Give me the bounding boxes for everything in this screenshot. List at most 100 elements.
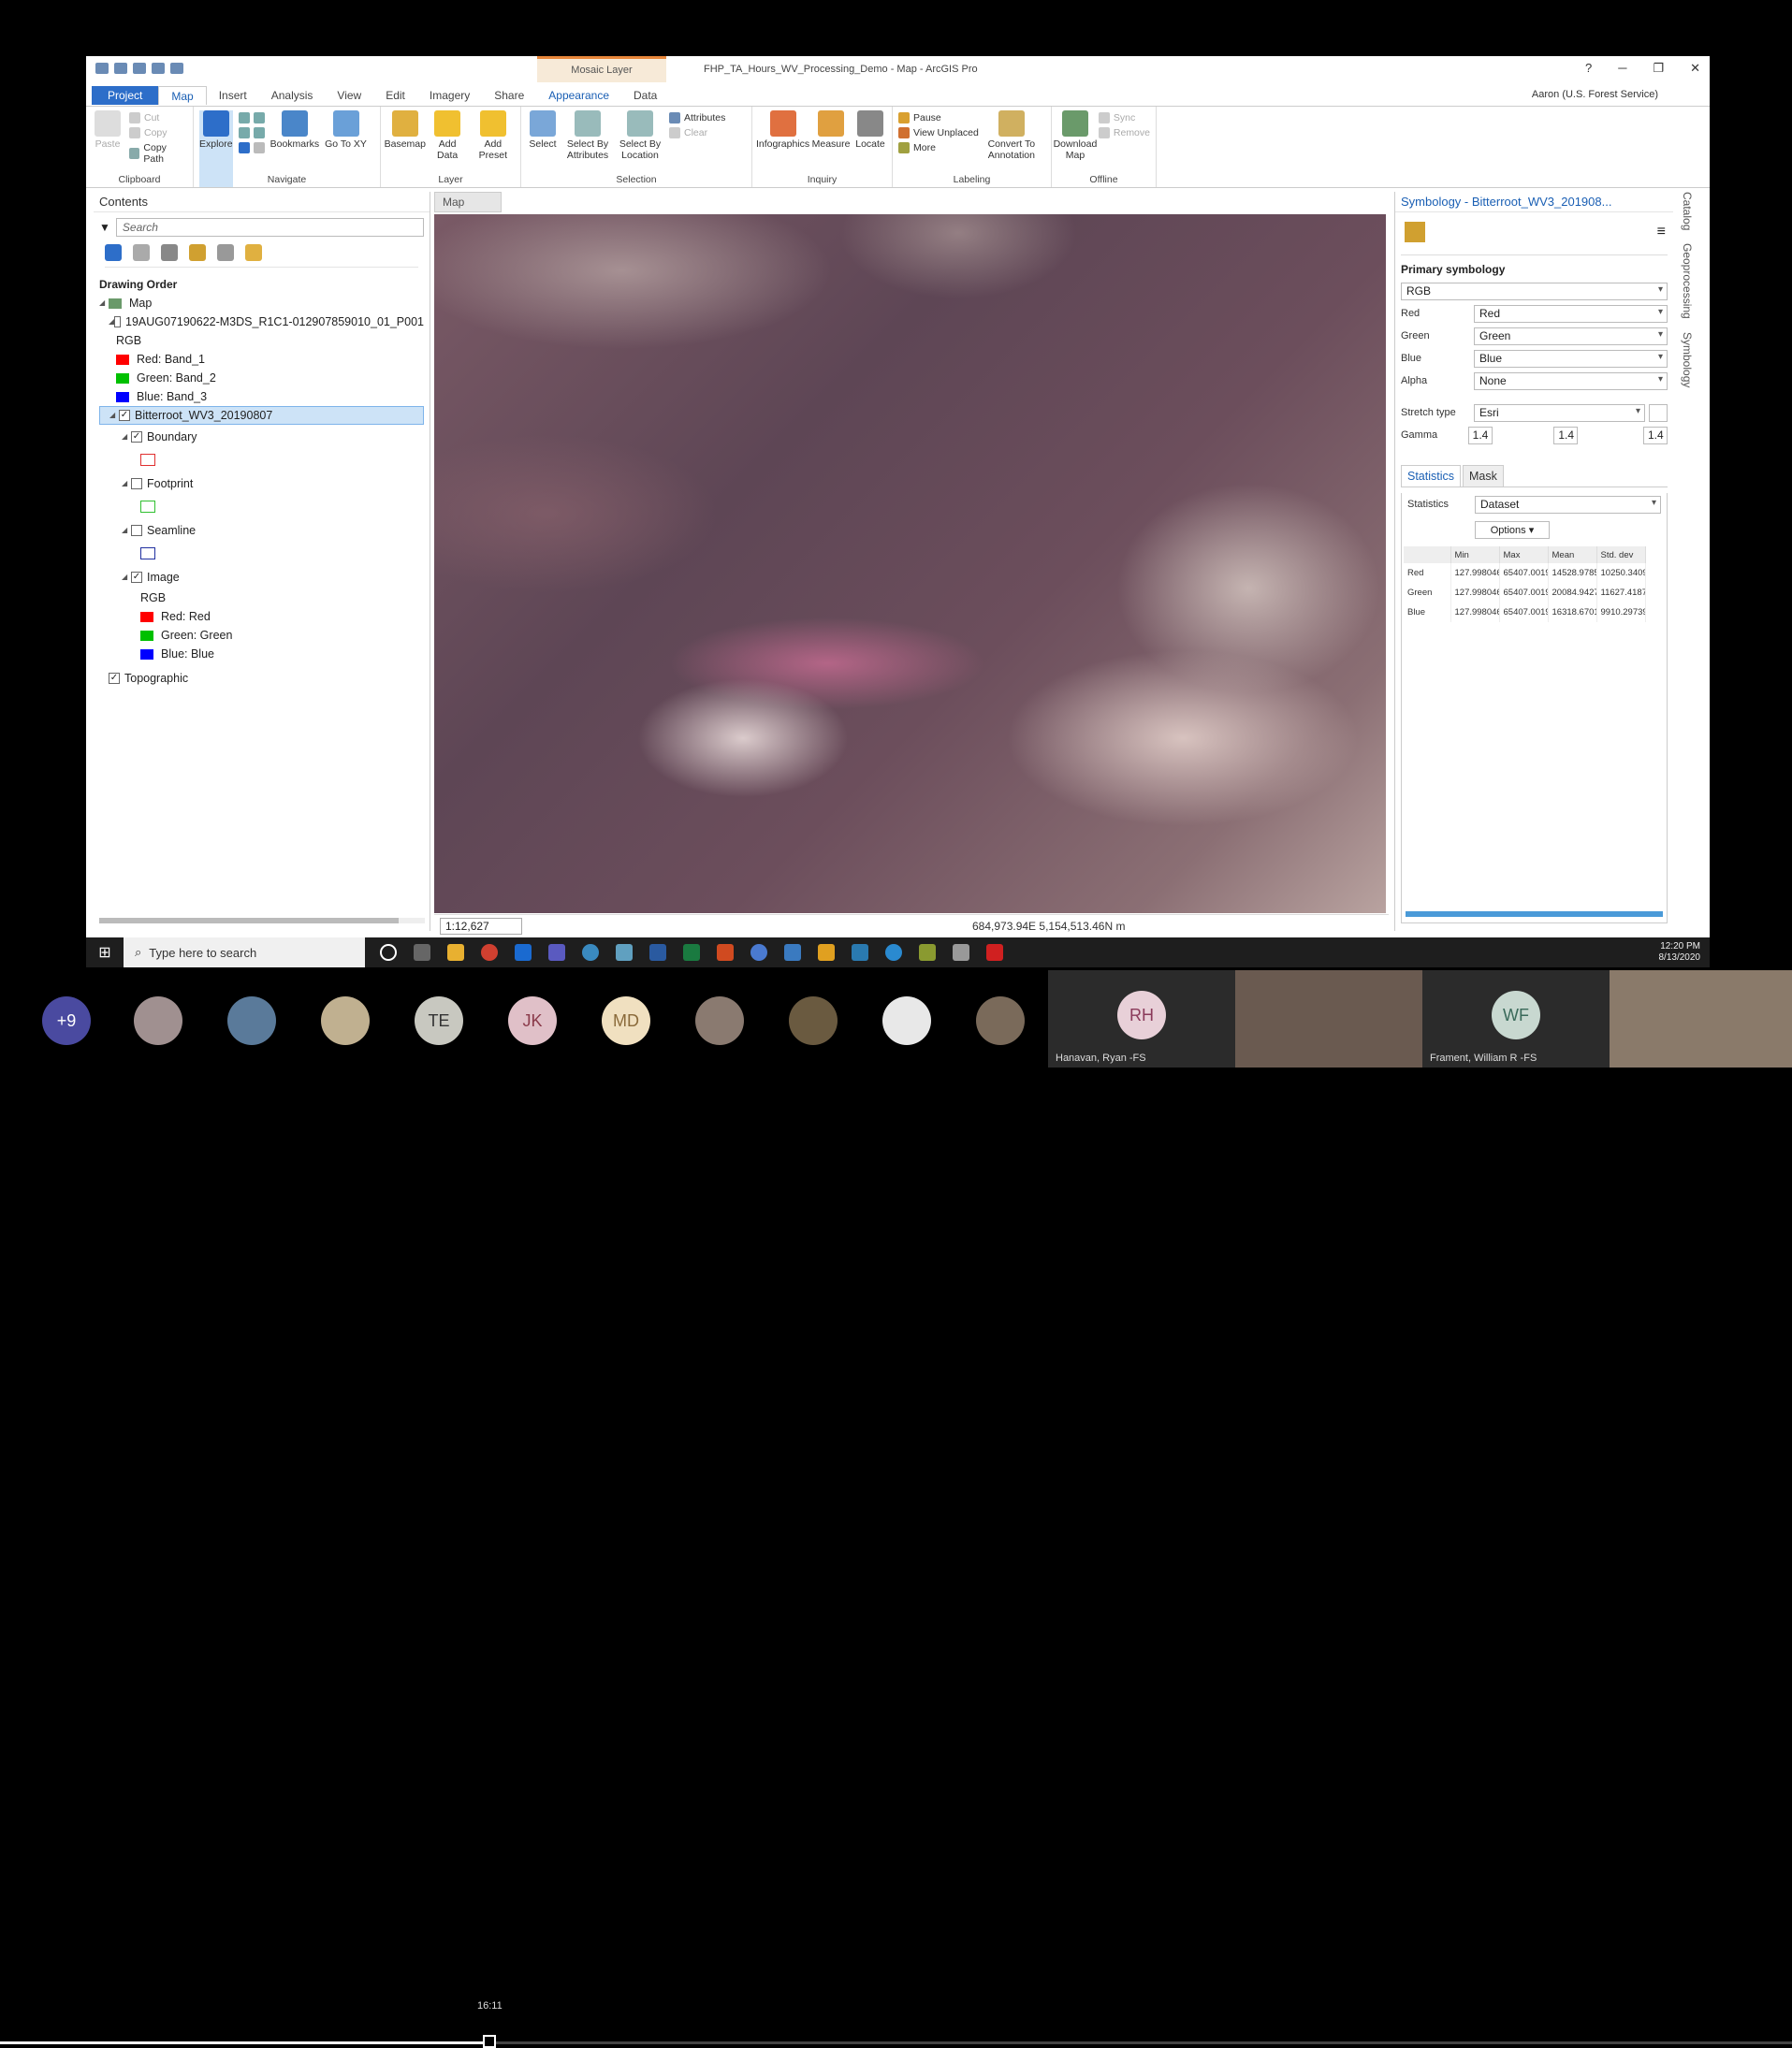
statistics-select[interactable]: Dataset	[1475, 495, 1661, 514]
participant-avatar[interactable]	[695, 996, 744, 1045]
tab-view[interactable]: View	[325, 86, 373, 105]
seamline-checkbox[interactable]	[131, 524, 142, 536]
remove-button[interactable]: Remove	[1098, 127, 1150, 138]
participant-avatar[interactable]: TE	[415, 996, 463, 1045]
participant-video-tile[interactable]	[1610, 970, 1792, 1068]
participant-avatar[interactable]: JK	[508, 996, 557, 1045]
tab-analysis[interactable]: Analysis	[259, 86, 326, 105]
minimize-icon[interactable]: ─	[1618, 61, 1626, 76]
more-button[interactable]: More	[898, 142, 979, 153]
tree-item-topographic[interactable]: ✓ Topographic	[99, 669, 424, 688]
pause-button[interactable]: Pause	[898, 112, 979, 123]
participant-avatar[interactable]	[789, 996, 838, 1045]
gamma-blue-input[interactable]: 1.4	[1643, 426, 1668, 444]
im-icon[interactable]	[818, 944, 835, 961]
taskbar-search[interactable]: ⌕ Type here to search	[124, 937, 365, 967]
word-icon[interactable]	[649, 944, 666, 961]
tab-map[interactable]: Map	[158, 86, 207, 105]
file-explorer-icon[interactable]	[447, 944, 464, 961]
task-view-icon[interactable]	[414, 944, 430, 961]
tree-item-footprint[interactable]: ◢ Footprint	[99, 472, 424, 495]
tab-insert[interactable]: Insert	[207, 86, 259, 105]
alpha-band-select[interactable]: None	[1474, 371, 1668, 390]
python-icon[interactable]	[784, 944, 801, 961]
python-tool-icon[interactable]	[919, 944, 936, 961]
teams-icon[interactable]	[548, 944, 565, 961]
map-tab[interactable]: Map	[434, 192, 502, 212]
user-account[interactable]: Aaron (U.S. Forest Service)	[1532, 89, 1658, 100]
layer1-checkbox[interactable]	[114, 316, 121, 327]
drawing-order-icon[interactable]	[105, 244, 122, 261]
tab-imagery[interactable]: Imagery	[417, 86, 482, 105]
open-icon[interactable]	[114, 63, 127, 74]
notes-icon[interactable]	[616, 944, 633, 961]
new-icon[interactable]	[95, 63, 109, 74]
options-button[interactable]: Options ▾	[1475, 521, 1550, 539]
globe-icon[interactable]	[582, 944, 599, 961]
zoom-layer-icon[interactable]	[253, 112, 265, 123]
maximize-icon[interactable]: ❐	[1653, 61, 1664, 76]
filter-icon[interactable]: ▼	[99, 221, 110, 234]
copy-path-button[interactable]: Copy Path	[129, 142, 187, 165]
tree-item-layer1[interactable]: ◢ 19AUG07190622-M3DS_R1C1-012907859010_01…	[99, 312, 424, 331]
editing-icon[interactable]	[189, 244, 206, 261]
tree-item-seamline[interactable]: ◢ Seamline	[99, 518, 424, 542]
histogram-icon[interactable]	[1649, 403, 1668, 422]
topographic-checkbox[interactable]: ✓	[109, 673, 120, 684]
cut-button[interactable]: Cut	[129, 112, 187, 123]
windows-start-icon[interactable]: ⊞	[86, 943, 124, 962]
participant-avatar[interactable]	[321, 996, 370, 1045]
image-checkbox[interactable]: ✓	[131, 571, 142, 583]
acrobat-icon[interactable]	[986, 944, 1003, 961]
recording-progress[interactable]	[0, 2041, 1792, 2044]
stats-scrollbar[interactable]	[1406, 911, 1663, 917]
labeling-list-icon[interactable]	[245, 244, 262, 261]
layer2-checkbox[interactable]: ✓	[119, 410, 130, 421]
participant-avatar[interactable]: MD	[602, 996, 650, 1045]
participant-avatar[interactable]	[976, 996, 1025, 1045]
tab-mask[interactable]: Mask	[1463, 465, 1504, 487]
tab-share[interactable]: Share	[482, 86, 536, 105]
copy-button[interactable]: Copy	[129, 127, 187, 138]
selection-list-icon[interactable]	[161, 244, 178, 261]
more-participants-badge[interactable]: +9	[42, 996, 91, 1045]
outlook-icon[interactable]	[515, 944, 532, 961]
save-icon[interactable]	[133, 63, 146, 74]
tab-statistics[interactable]: Statistics	[1401, 465, 1462, 487]
map-scale-select[interactable]: 1:12,627	[440, 918, 522, 935]
gamma-green-input[interactable]: 1.4	[1553, 426, 1579, 444]
zoom-in-icon[interactable]	[238, 127, 250, 138]
stretch-type-select[interactable]: Esri	[1474, 403, 1645, 422]
participant-tile-rh[interactable]: RH Hanavan, Ryan -FS	[1048, 970, 1235, 1068]
table-row[interactable]: Green 127.998046 65407.0019 20084.9427 11627…	[1404, 583, 1646, 603]
menu-icon[interactable]: ≡	[1657, 224, 1666, 240]
close-icon[interactable]: ✕	[1690, 61, 1700, 76]
system-tray[interactable]: 12:20 PM 8/13/2020	[1659, 941, 1701, 964]
satellite-imagery[interactable]	[434, 214, 1386, 913]
zoom-out-icon[interactable]	[253, 127, 265, 138]
help-icon[interactable]: ?	[1585, 61, 1592, 76]
zoom-full-icon[interactable]	[238, 112, 250, 123]
side-tab-symbology[interactable]: Symbology	[1681, 332, 1694, 387]
blue-band-select[interactable]: Blue	[1474, 349, 1668, 368]
gamma-red-input[interactable]: 1.4	[1467, 426, 1493, 444]
tree-item-boundary[interactable]: ◢ ✓ Boundary	[99, 425, 424, 448]
participant-avatar[interactable]	[227, 996, 276, 1045]
cortana-icon[interactable]	[380, 944, 397, 961]
network-app-icon[interactable]	[953, 944, 969, 961]
redo-icon[interactable]	[170, 63, 183, 74]
renderer-select[interactable]: RGB	[1401, 282, 1668, 300]
participant-tile-wf[interactable]: WF Frament, William R -FS	[1422, 970, 1610, 1068]
table-row[interactable]: Blue 127.998046 65407.0019 16318.6701 9910.2…	[1404, 603, 1646, 622]
undo-icon[interactable]	[152, 63, 165, 74]
table-row[interactable]: Red 127.998046 65407.0019 14528.9785 10250.3…	[1404, 563, 1646, 583]
red-band-select[interactable]: Red	[1474, 304, 1668, 323]
participant-avatar[interactable]	[882, 996, 931, 1045]
tree-item-layer2[interactable]: ◢ ✓ Bitterroot_WV3_20190807	[99, 406, 424, 425]
clear-button[interactable]: Clear	[669, 127, 725, 138]
forward-icon[interactable]	[253, 142, 265, 153]
footprint-checkbox[interactable]	[131, 477, 142, 489]
tree-item-image[interactable]: ◢ ✓ Image	[99, 565, 424, 588]
sync-button[interactable]: Sync	[1098, 112, 1150, 123]
contents-search-input[interactable]: Search	[115, 218, 424, 237]
